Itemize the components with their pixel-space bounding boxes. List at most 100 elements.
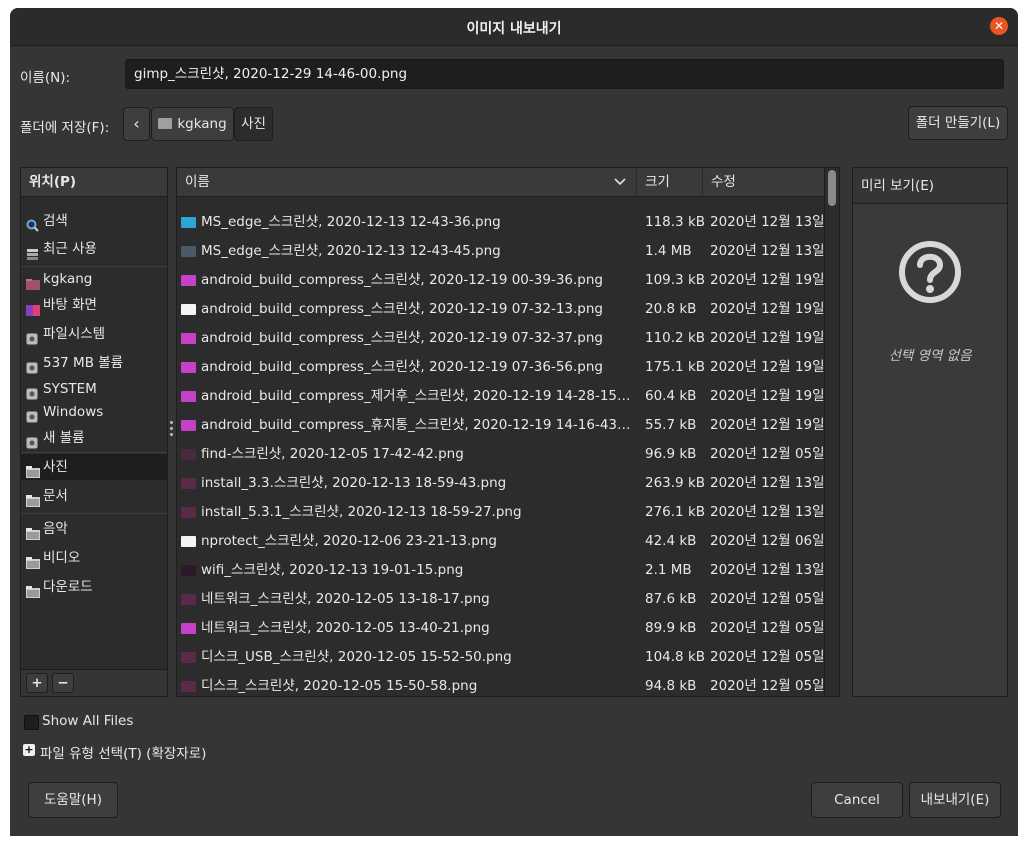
- column-name-label: 이름: [185, 174, 210, 190]
- file-row[interactable]: 디스크_스크린샷, 2020-12-05 15-50-58.png 94.8 kB…: [177, 672, 827, 696]
- sidebar-item-음악[interactable]: 음악: [21, 516, 167, 542]
- sidebar-item-537-mb-볼륨[interactable]: 537 MB 볼륨: [21, 350, 167, 376]
- drive-icon: [26, 357, 39, 374]
- file-name: nprotect_스크린샷, 2020-12-06 23-21-13.png: [201, 533, 497, 549]
- file-row[interactable]: install_5.3.1_스크린샷, 2020-12-13 18-59-27.…: [177, 498, 827, 527]
- show-all-files-checkbox[interactable]: [24, 715, 39, 730]
- file-modified: 2020년 12월 19일: [710, 272, 825, 288]
- name-label: 이름(N):: [20, 70, 71, 86]
- column-modified-header[interactable]: 수정: [703, 168, 827, 196]
- file-name: 디스크_USB_스크린샷, 2020-12-05 15-52-50.png: [201, 649, 512, 665]
- help-button[interactable]: 도움말(H): [28, 782, 118, 818]
- column-size-header[interactable]: 크기: [637, 168, 703, 196]
- image-thumbnail-icon: [181, 681, 196, 692]
- image-thumbnail-icon: [181, 362, 196, 373]
- file-size: 175.1 kB: [645, 359, 706, 375]
- no-selection-text: 선택 영역 없음: [888, 348, 972, 364]
- scrollbar-thumb[interactable]: [828, 170, 836, 206]
- file-modified: 2020년 12월 05일: [710, 591, 825, 607]
- sidebar-item-label: 새 볼륨: [43, 430, 85, 446]
- file-row[interactable]: android_build_compress_스크린샷, 2020-12-19 …: [177, 353, 827, 382]
- file-modified: 2020년 12월 13일: [710, 214, 825, 230]
- file-modified: 2020년 12월 19일: [710, 359, 825, 375]
- file-size: 2.1 MB: [645, 562, 692, 578]
- sidebar-item-label: SYSTEM: [43, 381, 97, 397]
- file-type-expander-label[interactable]: 파일 유형 선택(T) (확장자로): [40, 742, 206, 762]
- sidebar-item-kgkang[interactable]: kgkang: [21, 266, 167, 292]
- sidebar-item-label: 비디오: [43, 550, 81, 566]
- file-name: 네트워크_스크린샷, 2020-12-05 13-40-21.png: [201, 620, 490, 636]
- image-thumbnail-icon: [181, 246, 196, 257]
- file-row[interactable]: android_build_compress_스크린샷, 2020-12-19 …: [177, 295, 827, 324]
- file-type-expander-icon[interactable]: +: [23, 744, 35, 756]
- pane-resize-handle[interactable]: [170, 421, 174, 441]
- image-thumbnail-icon: [181, 217, 196, 228]
- sidebar-item-label: 537 MB 볼륨: [43, 355, 124, 371]
- file-name: android_build_compress_스크린샷, 2020-12-19 …: [201, 301, 603, 317]
- file-name: android_build_compress_휴지통_스크린샷, 2020-12…: [201, 417, 631, 433]
- file-row[interactable]: android_build_compress_스크린샷, 2020-12-19 …: [177, 266, 827, 295]
- file-modified: 2020년 12월 05일: [710, 678, 825, 694]
- file-modified: 2020년 12월 05일: [710, 620, 825, 636]
- sidebar-item-다운로드[interactable]: 다운로드: [21, 574, 167, 600]
- file-list-scrollbar[interactable]: [824, 168, 839, 696]
- folder-label: 폴더에 저장(F):: [20, 120, 110, 136]
- sidebar-item-파일시스템[interactable]: 파일시스템: [21, 321, 167, 347]
- file-row[interactable]: MS_edge_스크린샷, 2020-12-13 12-43-45.png 1.4…: [177, 237, 827, 266]
- sidebar-item-사진[interactable]: 사진: [21, 454, 167, 480]
- preview-toggle-button[interactable]: 미리 보기(E): [853, 168, 1007, 204]
- file-row[interactable]: MS_edge_스크린샷, 2020-12-13 12-43-36.png 118…: [177, 208, 827, 237]
- create-folder-button[interactable]: 폴더 만들기(L): [908, 106, 1008, 140]
- file-row[interactable]: android_build_compress_제거후_스크린샷, 2020-12…: [177, 382, 827, 411]
- cancel-button[interactable]: Cancel: [811, 782, 903, 818]
- recent-icon: [26, 243, 39, 260]
- file-row[interactable]: wifi_스크린샷, 2020-12-13 19-01-15.png 2.1 MB…: [177, 556, 827, 585]
- close-button[interactable]: ✕: [990, 17, 1008, 35]
- file-name: MS_edge_스크린샷, 2020-12-13 12-43-45.png: [201, 243, 501, 259]
- export-button[interactable]: 내보내기(E): [909, 782, 1001, 818]
- file-name: install_3.3.스크린샷, 2020-12-13 18-59-43.pn…: [201, 475, 507, 491]
- sidebar-item-비디오[interactable]: 비디오: [21, 545, 167, 571]
- file-name: android_build_compress_스크린샷, 2020-12-19 …: [201, 330, 603, 346]
- filename-input[interactable]: gimp_스크린샷, 2020-12-29 14-46-00.png: [125, 59, 1004, 89]
- file-modified: 2020년 12월 19일: [710, 301, 825, 317]
- file-modified: 2020년 12월 13일: [710, 562, 825, 578]
- file-row[interactable]: install_3.3.스크린샷, 2020-12-13 18-59-43.pn…: [177, 469, 827, 498]
- image-thumbnail-icon: [181, 304, 196, 315]
- file-name: 네트워크_스크린샷, 2020-12-05 13-18-17.png: [201, 591, 490, 607]
- file-row[interactable]: find-스크린샷, 2020-12-05 17-42-42.png 96.9 k…: [177, 440, 827, 469]
- sidebar-item-새-볼륨[interactable]: 새 볼륨: [21, 425, 167, 451]
- sidebar-item-최근-사용[interactable]: 최근 사용: [21, 236, 167, 262]
- sidebar-item-label: 바탕 화면: [43, 297, 97, 313]
- show-all-files-label[interactable]: Show All Files: [42, 713, 133, 729]
- file-row[interactable]: android_build_compress_스크린샷, 2020-12-19 …: [177, 324, 827, 353]
- path-current-label: 사진: [241, 116, 266, 132]
- file-size: 104.8 kB: [645, 649, 706, 665]
- image-thumbnail-icon: [181, 333, 196, 344]
- file-row[interactable]: android_build_compress_휴지통_스크린샷, 2020-12…: [177, 411, 827, 440]
- file-row[interactable]: nprotect_스크린샷, 2020-12-06 23-21-13.png 42…: [177, 527, 827, 556]
- path-back-button[interactable]: ‹: [123, 107, 150, 141]
- sidebar-item-검색[interactable]: 검색: [21, 208, 167, 234]
- path-button-current[interactable]: 사진: [234, 107, 273, 141]
- file-row[interactable]: 네트워크_스크린샷, 2020-12-05 13-40-21.png 89.9 k…: [177, 614, 827, 643]
- sidebar-item-label: Windows: [43, 404, 104, 420]
- file-size: 96.9 kB: [645, 446, 697, 462]
- remove-bookmark-button[interactable]: −: [52, 673, 74, 693]
- path-button-home[interactable]: kgkang: [151, 107, 234, 141]
- file-modified: 2020년 12월 06일: [710, 533, 825, 549]
- file-size: 87.6 kB: [645, 591, 697, 607]
- file-row[interactable]: 디스크_USB_스크린샷, 2020-12-05 15-52-50.png 104…: [177, 643, 827, 672]
- sidebar-item-windows[interactable]: Windows: [21, 399, 167, 425]
- add-bookmark-button[interactable]: +: [26, 673, 48, 693]
- file-modified: 2020년 12월 19일: [710, 330, 825, 346]
- sidebar-item-문서[interactable]: 문서: [21, 483, 167, 509]
- file-size: 1.4 MB: [645, 243, 692, 259]
- sidebar-item-바탕-화면[interactable]: 바탕 화면: [21, 292, 167, 318]
- file-name: MS_edge_스크린샷, 2020-12-13 12-43-36.png: [201, 214, 501, 230]
- column-name-header[interactable]: 이름: [177, 168, 637, 196]
- image-thumbnail-icon: [181, 420, 196, 431]
- file-list-header: 이름 크기 수정: [177, 168, 839, 197]
- desktop-icon: [26, 299, 40, 316]
- file-row[interactable]: 네트워크_스크린샷, 2020-12-05 13-18-17.png 87.6 k…: [177, 585, 827, 614]
